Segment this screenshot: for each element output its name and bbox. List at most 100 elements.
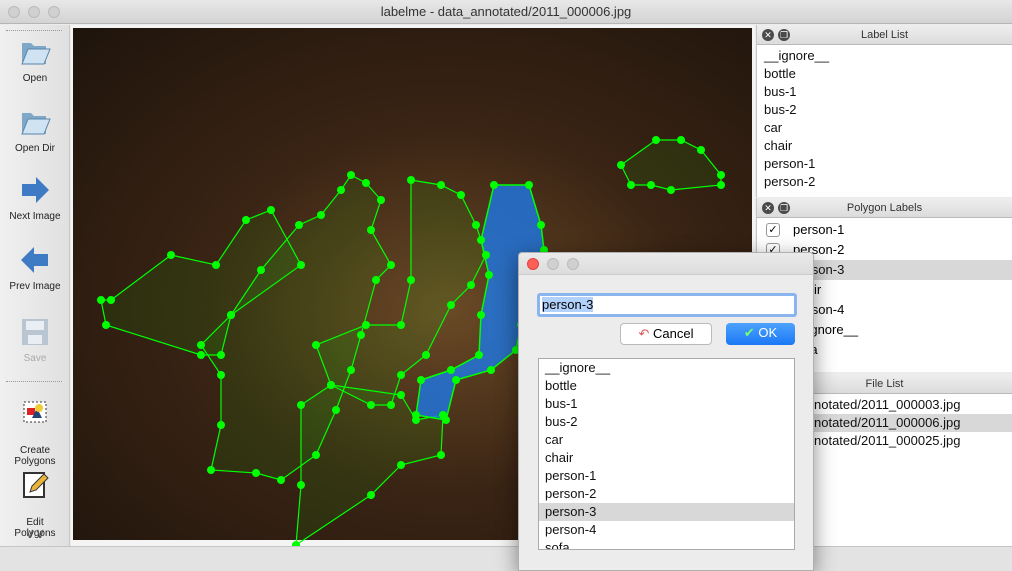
label-list-item[interactable]: bottle — [757, 65, 1012, 83]
polygon-vertex[interactable] — [482, 251, 490, 259]
polygon-vertex[interactable] — [437, 181, 445, 189]
dialog-minimize-button[interactable] — [547, 258, 559, 270]
close-window-button[interactable] — [8, 6, 20, 18]
polygon-vertex[interactable] — [102, 321, 110, 329]
label-choice-item[interactable]: car — [539, 431, 794, 449]
polygon-vertex[interactable] — [357, 331, 365, 339]
dialog-zoom-button[interactable] — [567, 258, 579, 270]
label-list-item[interactable]: bus-1 — [757, 83, 1012, 101]
polygon-vertex[interactable] — [267, 206, 275, 214]
polygon-vertex[interactable] — [667, 186, 675, 194]
label-input[interactable]: person-3 — [537, 293, 797, 317]
polygon-vertex[interactable] — [472, 221, 480, 229]
polygon-vertex[interactable] — [617, 161, 625, 169]
label-choice-item[interactable]: person-3 — [539, 503, 794, 521]
more-tools-chevron-icon[interactable]: ∨∨ — [0, 525, 70, 542]
polygon-vertex[interactable] — [677, 136, 685, 144]
polygon-vertex[interactable] — [485, 271, 493, 279]
polygon-vertex[interactable] — [537, 221, 545, 229]
polygon-vertex[interactable] — [487, 366, 495, 374]
polygon-vertex[interactable] — [312, 341, 320, 349]
close-panel-icon[interactable]: ✕ — [762, 202, 774, 214]
polygon-vertex[interactable] — [362, 179, 370, 187]
open-button[interactable]: Open — [0, 35, 70, 84]
polygon-vertex[interactable] — [397, 391, 405, 399]
polygon-vertex[interactable] — [367, 401, 375, 409]
polygon-vertex[interactable] — [297, 401, 305, 409]
polygon-vertex[interactable] — [337, 186, 345, 194]
polygon-vertex[interactable] — [475, 351, 483, 359]
polygon-vertex[interactable] — [327, 381, 335, 389]
label-choice-item[interactable]: person-4 — [539, 521, 794, 539]
polygon-vertex[interactable] — [452, 376, 460, 384]
polygon-vertex[interactable] — [107, 296, 115, 304]
polygon-vertex[interactable] — [417, 376, 425, 384]
polygon-vertex[interactable] — [407, 276, 415, 284]
polygon-vertex[interactable] — [387, 401, 395, 409]
label-choice-item[interactable]: __ignore__ — [539, 359, 794, 377]
polygon-vertex[interactable] — [295, 221, 303, 229]
polygon-vertex[interactable] — [347, 171, 355, 179]
next-image-button[interactable]: Next Image — [0, 173, 70, 222]
label-choice-item[interactable]: bus-2 — [539, 413, 794, 431]
label-choice-item[interactable]: chair — [539, 449, 794, 467]
polygon-vertex[interactable] — [257, 266, 265, 274]
polygon-vertex[interactable] — [407, 176, 415, 184]
label-list-item[interactable]: person-2 — [757, 173, 1012, 191]
polygon-vertex[interactable] — [167, 251, 175, 259]
minimize-window-button[interactable] — [28, 6, 40, 18]
polygon-vertex[interactable] — [227, 311, 235, 319]
polygon-label-item[interactable]: ✓ person-1 — [757, 220, 1012, 240]
polygon-vertex[interactable] — [477, 311, 485, 319]
float-panel-icon[interactable]: ❐ — [778, 202, 790, 214]
label-list-item[interactable]: __ignore__ — [757, 47, 1012, 65]
polygon-vertex[interactable] — [212, 261, 220, 269]
polygon-vertex[interactable] — [367, 226, 375, 234]
polygon-vertex[interactable] — [312, 451, 320, 459]
polygon-vertex[interactable] — [477, 236, 485, 244]
polygon-vertex[interactable] — [297, 261, 305, 269]
label-choice-item[interactable]: bus-1 — [539, 395, 794, 413]
polygon-vertex[interactable] — [332, 406, 340, 414]
polygon-vertex[interactable] — [377, 196, 385, 204]
label-list-item[interactable]: chair — [757, 137, 1012, 155]
label-choice-item[interactable]: sofa — [539, 539, 794, 549]
polygon-vertex[interactable] — [217, 351, 225, 359]
polygon-vertex[interactable] — [442, 416, 450, 424]
label-list-item[interactable]: car — [757, 119, 1012, 137]
polygon-vertex[interactable] — [372, 276, 380, 284]
polygon-vertex[interactable] — [397, 371, 405, 379]
polygon-vertex[interactable] — [197, 351, 205, 359]
polygon-vertex[interactable] — [697, 146, 705, 154]
polygon-vertex[interactable] — [447, 366, 455, 374]
label-choice-item[interactable]: bottle — [539, 377, 794, 395]
polygon-vertex[interactable] — [207, 466, 215, 474]
polygon-vertex[interactable] — [317, 211, 325, 219]
polygon-vertex[interactable] — [467, 281, 475, 289]
polygon-vertex[interactable] — [252, 469, 260, 477]
polygon-vertex[interactable] — [197, 341, 205, 349]
polygon-vertex[interactable] — [387, 261, 395, 269]
zoom-window-button[interactable] — [48, 6, 60, 18]
open-dir-button[interactable]: Open Dir — [0, 105, 70, 154]
label-list-item[interactable]: bus-2 — [757, 101, 1012, 119]
dialog-close-button[interactable] — [527, 258, 539, 270]
cancel-button[interactable]: ↶ Cancel — [620, 323, 712, 345]
polygon-vertex[interactable] — [422, 351, 430, 359]
label-choice-item[interactable]: person-1 — [539, 467, 794, 485]
polygon-vertex[interactable] — [647, 181, 655, 189]
float-panel-icon[interactable]: ❐ — [778, 29, 790, 41]
polygon-vertex[interactable] — [97, 296, 105, 304]
polygon-vertex[interactable] — [367, 491, 375, 499]
visibility-checkbox[interactable]: ✓ — [766, 223, 780, 237]
close-panel-icon[interactable]: ✕ — [762, 29, 774, 41]
save-button[interactable]: Save — [0, 315, 70, 364]
label-choice-list[interactable]: __ignore__ bottle bus-1 bus-2 car chair person… — [538, 358, 795, 550]
polygon-vertex[interactable] — [490, 181, 498, 189]
polygon-vertex[interactable] — [652, 136, 660, 144]
polygon-vertex[interactable] — [277, 476, 285, 484]
polygon-vertex[interactable] — [217, 371, 225, 379]
label-choice-item[interactable]: person-2 — [539, 485, 794, 503]
label-list-item[interactable]: person-1 — [757, 155, 1012, 173]
polygon-vertex[interactable] — [717, 181, 725, 189]
